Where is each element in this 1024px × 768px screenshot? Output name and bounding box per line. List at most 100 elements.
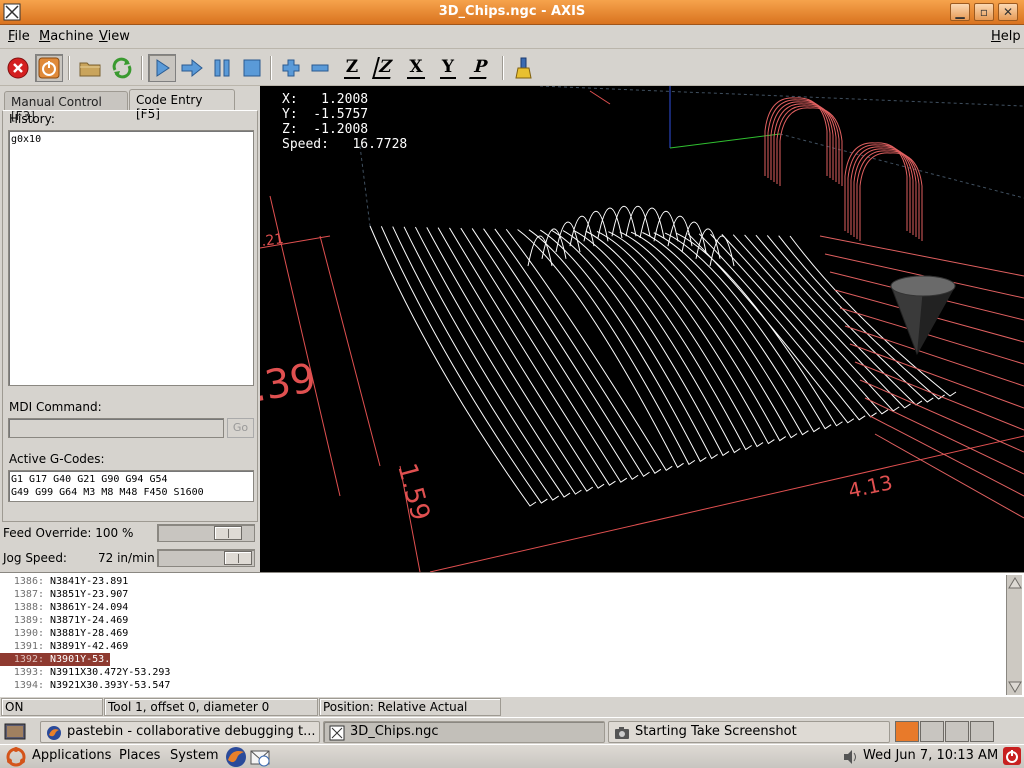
window-titlebar[interactable]: 3D_Chips.ngc - AXIS ▁ ▫ ✕ xyxy=(0,0,1024,25)
clear-plot-button[interactable] xyxy=(510,54,538,82)
play-icon xyxy=(156,59,170,77)
view-x-button[interactable]: X xyxy=(402,54,430,82)
run-button[interactable] xyxy=(148,54,176,82)
dro-y: Y: -1.5757 xyxy=(282,107,369,122)
view-p-button[interactable]: P xyxy=(466,54,494,82)
gcode-line-number: 1386: xyxy=(13,576,44,587)
toolpath-preview[interactable]: .21 0.39 1.59 4.13 X: 1.2008 Y: -1.5757 Z:… xyxy=(260,86,1024,572)
menubar: File Machine View Help xyxy=(0,25,1024,49)
zoom-out-button[interactable] xyxy=(306,54,334,82)
scroll-down-icon[interactable] xyxy=(1007,680,1023,694)
workspace-1[interactable] xyxy=(895,721,919,742)
view-y-button[interactable]: Y xyxy=(434,54,462,82)
gcode-line[interactable]: 1389: N3871Y-24.469 xyxy=(0,614,1000,627)
tool-outline-pass xyxy=(874,433,1024,519)
tab-manual-control[interactable]: Manual Control [F3] xyxy=(4,91,128,123)
gcode-line[interactable]: 1390: N3881Y-28.469 xyxy=(0,627,1000,640)
show-desktop-icon[interactable] xyxy=(4,722,26,742)
view-z2-button[interactable]: Z xyxy=(370,54,398,82)
gcode-line[interactable]: 1393: N3911X30.472Y-53.293 xyxy=(0,666,1000,679)
reload-button[interactable] xyxy=(108,54,136,82)
code-entry-pane: History: g0x10 MDI Command: Go Active G-… xyxy=(2,110,258,522)
view-z2-label: Z xyxy=(371,57,397,79)
toolbar-separator xyxy=(141,56,143,80)
menu-view[interactable]: View xyxy=(99,29,130,44)
volume-icon[interactable] xyxy=(842,749,860,765)
menu-view-label: iew xyxy=(107,29,130,44)
stop-button[interactable] xyxy=(238,54,266,82)
tab-code-entry[interactable]: Code Entry [F5] xyxy=(129,89,235,121)
task-axis[interactable]: 3D_Chips.ngc xyxy=(323,721,605,743)
dro-readout: X: 1.2008 Y: -1.5757 Z: -1.2008 Speed: 16.7… xyxy=(282,92,407,152)
firefox-launcher-icon[interactable] xyxy=(225,746,247,768)
gcode-line-text: N3891Y-42.469 xyxy=(44,641,129,652)
history-item[interactable]: g0x10 xyxy=(11,134,251,145)
jog-speed-slider[interactable] xyxy=(157,549,255,567)
workspace-2[interactable] xyxy=(920,721,944,742)
go-button[interactable]: Go xyxy=(227,418,254,438)
open-file-button[interactable] xyxy=(76,54,104,82)
minimize-icon: ▁ xyxy=(955,5,965,19)
jog-speed-value: 72 in/min xyxy=(98,551,155,565)
menu-machine[interactable]: Machine xyxy=(39,29,93,44)
gcode-line-current[interactable]: 1392: N3901Y-53. xyxy=(0,653,110,666)
position-mode: Position: Relative Actual xyxy=(319,698,501,716)
gcode-line[interactable]: 1388: N3861Y-24.094 xyxy=(0,601,1000,614)
estop-icon xyxy=(7,57,29,79)
menu-help-mnemonic: H xyxy=(991,29,1001,44)
toolpath-arches xyxy=(527,97,1024,519)
gcode-line[interactable]: 1387: N3851Y-23.907 xyxy=(0,588,1000,601)
applications-menu[interactable]: Applications xyxy=(32,748,111,763)
task-screenshot[interactable]: Starting Take Screenshot xyxy=(608,721,890,743)
menu-help[interactable]: Help xyxy=(991,29,1021,44)
brush-icon xyxy=(515,57,532,79)
close-button[interactable]: ✕ xyxy=(998,3,1018,21)
gcodes-line: G49 G99 G64 M3 M8 M48 F450 S1600 xyxy=(11,487,204,498)
menu-file[interactable]: File xyxy=(8,29,30,44)
toolbar-separator xyxy=(270,56,272,80)
mail-launcher-icon[interactable] xyxy=(249,746,271,768)
feed-override-text: Feed Override: xyxy=(3,526,92,540)
toolbar-separator xyxy=(502,56,504,80)
window-title: 3D_Chips.ngc - AXIS xyxy=(438,4,586,19)
shutdown-icon[interactable] xyxy=(1002,746,1022,766)
history-list[interactable]: g0x10 xyxy=(8,130,254,386)
gcode-line[interactable]: 1386: N3841Y-23.891 xyxy=(0,575,1000,588)
machine-power-button[interactable] xyxy=(35,54,63,82)
toolpath-line xyxy=(369,225,957,507)
pause-button[interactable] xyxy=(208,54,236,82)
estop-button[interactable] xyxy=(4,54,32,82)
maximize-icon: ▫ xyxy=(979,5,989,19)
workspace-4[interactable] xyxy=(970,721,994,742)
view-x-label: X xyxy=(407,57,425,79)
menu-machine-mnemonic: M xyxy=(39,29,51,44)
feed-override-label: Feed Override: 100 % xyxy=(3,526,133,540)
step-button[interactable] xyxy=(178,54,206,82)
places-menu[interactable]: Places xyxy=(119,748,160,763)
dimension-lines xyxy=(589,90,611,105)
y-axis-line xyxy=(669,133,781,149)
task-pastebin[interactable]: pastebin - collaborative debugging t... xyxy=(40,721,320,743)
gcode-scrollbar[interactable] xyxy=(1006,575,1022,695)
panel-clock[interactable]: Wed Jun 7, 10:13 AM xyxy=(863,748,998,763)
gcode-line[interactable]: 1394: N3921X30.393Y-53.547 xyxy=(0,679,1000,692)
view-z-button[interactable]: Z xyxy=(338,54,366,82)
toolpath-canvas[interactable]: .21 0.39 1.59 4.13 xyxy=(260,86,1024,572)
zoom-in-button[interactable] xyxy=(277,54,305,82)
workspace-3[interactable] xyxy=(945,721,969,742)
system-menu[interactable]: System xyxy=(170,748,218,763)
workspace-switcher[interactable] xyxy=(895,721,995,743)
ubuntu-logo-icon xyxy=(6,747,26,767)
minimize-button[interactable]: ▁ xyxy=(950,3,970,21)
gcode-line[interactable]: 1391: N3891Y-42.469 xyxy=(0,640,1000,653)
mdi-command-input[interactable] xyxy=(8,418,224,438)
jog-speed-thumb[interactable] xyxy=(224,551,252,565)
toolpath-lines xyxy=(369,225,957,507)
power-icon xyxy=(38,57,60,79)
feed-override-thumb[interactable] xyxy=(214,526,242,540)
gcode-listing[interactable]: 1386: N3841Y-23.891 1387: N3851Y-23.907 13… xyxy=(0,572,1024,696)
maximize-button[interactable]: ▫ xyxy=(974,3,994,21)
scroll-up-icon[interactable] xyxy=(1007,576,1023,590)
feed-override-slider[interactable] xyxy=(157,524,255,542)
dro-speed: Speed: 16.7728 xyxy=(282,137,408,152)
